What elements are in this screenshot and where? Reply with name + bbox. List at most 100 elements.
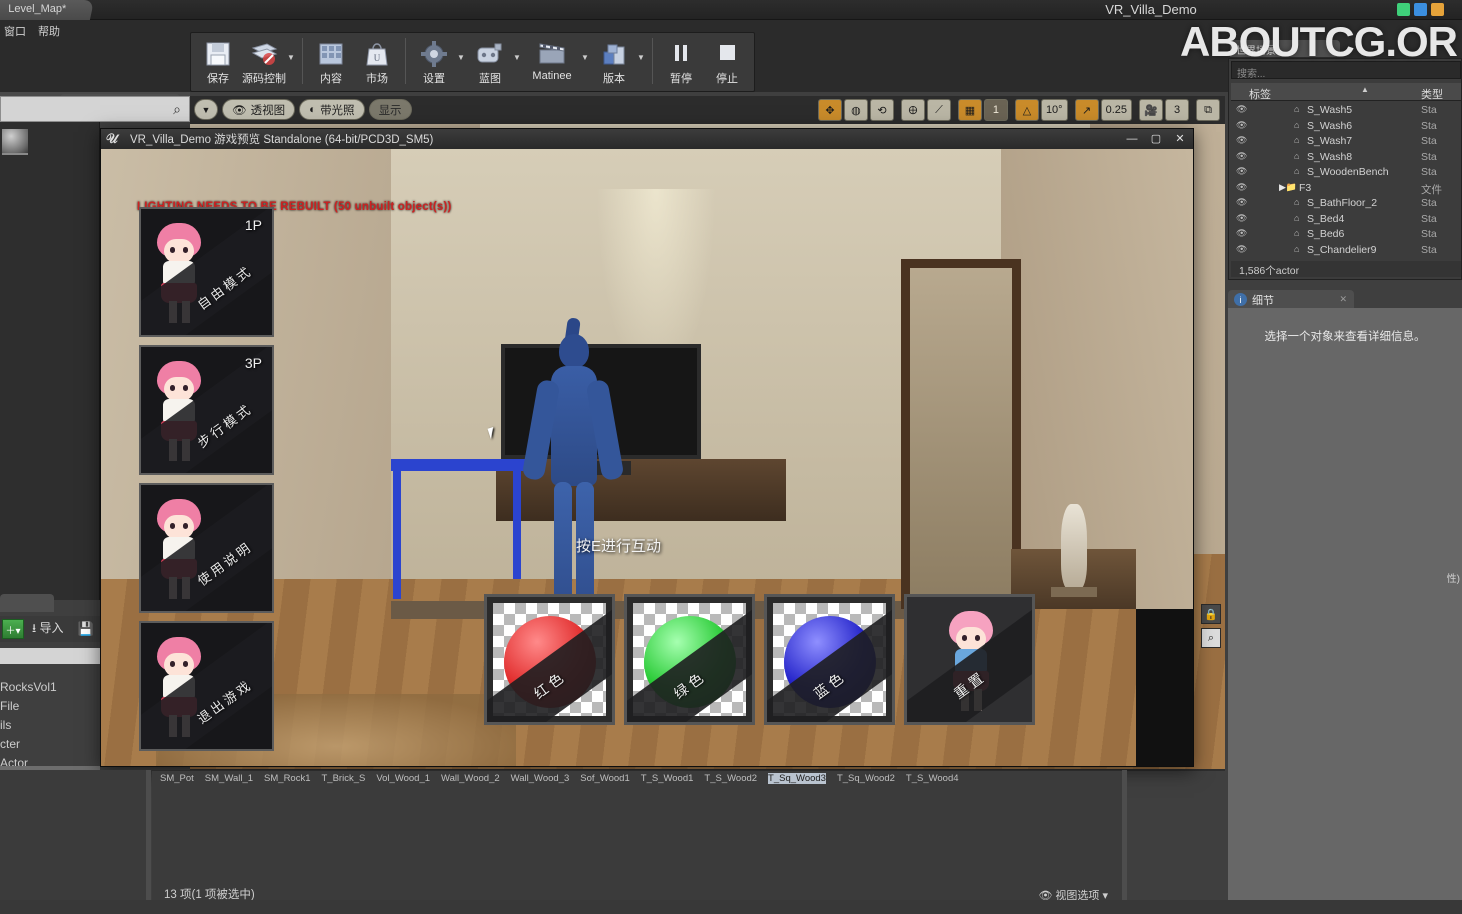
outliner-row[interactable]: 👁 ⌂ S_BathFloor_2 Sta — [1231, 196, 1461, 212]
asset-name[interactable]: Sof_Wood1 — [580, 773, 629, 784]
toolbar-content-button[interactable]: 内容 — [308, 36, 354, 86]
outliner-row[interactable]: 👁 ⌂ S_Wash8 Sta — [1231, 150, 1461, 166]
menu-card-instructions[interactable]: 使用说明 — [139, 483, 274, 613]
visibility-eye-icon[interactable]: 👁 — [1236, 104, 1247, 115]
menu-card-free-mode[interactable]: 1P 自由模式 — [139, 207, 274, 337]
menu-card-walk-mode[interactable]: 3P 步行模式 — [139, 345, 274, 475]
game-viewport[interactable]: LIGHTING NEEDS TO BE REBUILT (50 unbuilt… — [101, 149, 1193, 766]
content-browser-splitter-left[interactable] — [146, 770, 151, 914]
close-icon[interactable]: ✕ — [1339, 294, 1347, 305]
camera-speed-value[interactable]: 3 — [1165, 99, 1189, 121]
outliner-row[interactable]: 👁 ⌂ S_Bed4 Sta — [1231, 212, 1461, 228]
menu-item-window[interactable]: 窗口 — [4, 23, 26, 39]
content-browser-splitter-right[interactable] — [1122, 770, 1127, 914]
hotbar-slot-green[interactable]: 绿色 — [624, 594, 755, 725]
asset-name[interactable]: T_S_Wood1 — [641, 773, 694, 784]
visibility-eye-icon[interactable]: 👁 — [1236, 135, 1247, 146]
toolbar-blueprint-button[interactable]: 蓝图 — [467, 36, 513, 86]
content-browser-path-bar[interactable] — [0, 648, 100, 664]
asset-name[interactable]: Wall_Wood_2 — [441, 773, 500, 784]
place-item-sphere-trigger[interactable]: 球体型触发器 — [0, 122, 193, 162]
asset-name[interactable]: SM_Rock1 — [264, 773, 310, 784]
world-space-button[interactable]: 🜨 — [900, 99, 925, 121]
visibility-eye-icon[interactable]: 👁 — [1236, 166, 1247, 177]
build-caret-icon[interactable]: ▼ — [637, 53, 647, 62]
sort-arrow-icon[interactable]: ▲ — [1361, 85, 1369, 94]
hotbar-slot-red[interactable]: 红色 — [484, 594, 615, 725]
viewport-perspective-button[interactable]: 👁 透视图 — [222, 99, 296, 120]
menu-item-help[interactable]: 帮助 — [38, 23, 60, 39]
scale-snap-button[interactable]: ↗ — [1074, 99, 1099, 121]
surface-snap-button[interactable]: ⟋ — [926, 99, 951, 121]
visibility-eye-icon[interactable]: 👁 — [1236, 120, 1247, 131]
visibility-eye-icon[interactable]: 👁 — [1236, 244, 1247, 255]
asset-name[interactable]: T_S_Wood2 — [704, 773, 757, 784]
toolbar-matinee-button[interactable]: Matinee — [523, 36, 581, 82]
translate-mode-button[interactable]: ◍ — [843, 99, 868, 121]
rotate-mode-button[interactable]: ⟲ — [869, 99, 894, 121]
toolbar-source-control-button[interactable]: 源码控制 — [241, 36, 287, 86]
content-browser-tab-stub[interactable] — [0, 594, 54, 612]
asset-name[interactable]: T_Brick_S — [322, 773, 366, 784]
tree-item[interactable]: RocksVol1 — [0, 680, 100, 699]
angle-snap-button[interactable]: △ — [1014, 99, 1039, 121]
visibility-eye-icon[interactable]: 👁 — [1236, 197, 1247, 208]
add-new-button[interactable]: ＋▾ — [2, 619, 24, 639]
toolbar-pause-button[interactable]: 暂停 — [658, 36, 704, 86]
toolbar-marketplace-button[interactable]: U 市场 — [354, 36, 400, 86]
asset-name[interactable]: SM_Pot — [160, 773, 194, 784]
menu-card-quit[interactable]: 退出游戏 — [139, 621, 274, 751]
matinee-caret-icon[interactable]: ▼ — [581, 53, 591, 62]
outliner-row[interactable]: 👁 ⌂ S_Chandelier9 Sta — [1231, 243, 1461, 259]
save-all-icon[interactable]: 💾 — [78, 621, 94, 637]
select-mode-button[interactable]: ✥ — [817, 99, 842, 121]
visibility-eye-icon[interactable]: 👁 — [1236, 182, 1247, 193]
outliner-row[interactable]: 👁 ⌂ S_Wash5 Sta — [1231, 103, 1461, 119]
tree-item[interactable]: ils — [0, 718, 100, 737]
outliner-row[interactable]: 👁 ⌂ S_Wash6 Sta — [1231, 119, 1461, 135]
hotbar-slot-blue[interactable]: 蓝色 — [764, 594, 895, 725]
toolbar-stop-button[interactable]: 停止 — [704, 36, 750, 86]
outliner-row[interactable]: 👁 ⌂ S_WoodenBench Sta — [1231, 165, 1461, 181]
viewport-options-caret-icon[interactable]: ▼ — [194, 99, 218, 120]
outliner-row-folder[interactable]: 👁 ▶📁 F3 文件 — [1231, 181, 1461, 197]
source-control-caret-icon[interactable]: ▼ — [287, 53, 297, 62]
toolbar-save-button[interactable]: 保存 — [195, 36, 241, 86]
outliner-row[interactable]: 👁 ⌂ S_Wash7 Sta — [1231, 134, 1461, 150]
toolbar-settings-button[interactable]: 设置 — [411, 36, 457, 86]
magnifier-icon[interactable]: ⌕ — [1201, 628, 1221, 648]
asset-name[interactable]: Vol_Wood_1 — [376, 773, 430, 784]
outliner-row[interactable]: 👁 ⌂ S_Bed6 Sta — [1231, 227, 1461, 243]
settings-caret-icon[interactable]: ▼ — [457, 53, 467, 62]
visibility-eye-icon[interactable]: 👁 — [1236, 213, 1247, 224]
angle-snap-value[interactable]: 10° — [1040, 99, 1068, 121]
hotbar-slot-reset[interactable]: 重置 — [904, 594, 1035, 725]
asset-name[interactable]: Wall_Wood_3 — [511, 773, 570, 784]
lock-icon[interactable]: 🔒 — [1201, 604, 1221, 624]
grid-snap-button[interactable]: ▦ — [957, 99, 982, 121]
tree-item[interactable]: File — [0, 699, 100, 718]
game-window-title-bar[interactable]: 𝒰 VR_Villa_Demo 游戏预览 Standalone (64-bit/… — [101, 129, 1193, 149]
minimize-button[interactable]: — — [1121, 130, 1143, 147]
close-button[interactable]: ✕ — [1169, 130, 1191, 147]
toolbar-build-button[interactable]: 版本 — [591, 36, 637, 86]
grid-size-value[interactable]: 1 — [983, 99, 1008, 121]
asset-name-selected[interactable]: T_Sq_Wood3 — [768, 773, 826, 784]
camera-speed-icon[interactable]: 🎥 — [1139, 99, 1163, 121]
scale-snap-value[interactable]: 0.25 — [1100, 99, 1132, 121]
viewport-lit-button[interactable]: ◐ 带光照 — [299, 99, 365, 120]
visibility-eye-icon[interactable]: 👁 — [1236, 228, 1247, 239]
outliner-column-label[interactable]: 标签 — [1249, 86, 1271, 102]
details-tab[interactable]: i 细节 ✕ — [1228, 290, 1354, 309]
tree-item[interactable]: cter — [0, 737, 100, 756]
outliner-column-type[interactable]: 类型 — [1421, 86, 1443, 102]
maximize-viewport-button[interactable]: ⧉ — [1196, 99, 1220, 121]
asset-name[interactable]: T_Sq_Wood2 — [837, 773, 895, 784]
viewport-show-button[interactable]: 显示 — [368, 99, 412, 120]
visibility-eye-icon[interactable]: 👁 — [1236, 151, 1247, 162]
asset-name[interactable]: T_S_Wood4 — [906, 773, 959, 784]
blueprint-caret-icon[interactable]: ▼ — [513, 53, 523, 62]
maximize-button[interactable]: ▢ — [1145, 130, 1167, 147]
asset-name[interactable]: SM_Wall_1 — [205, 773, 253, 784]
search-input[interactable]: ⌕ — [0, 96, 190, 122]
